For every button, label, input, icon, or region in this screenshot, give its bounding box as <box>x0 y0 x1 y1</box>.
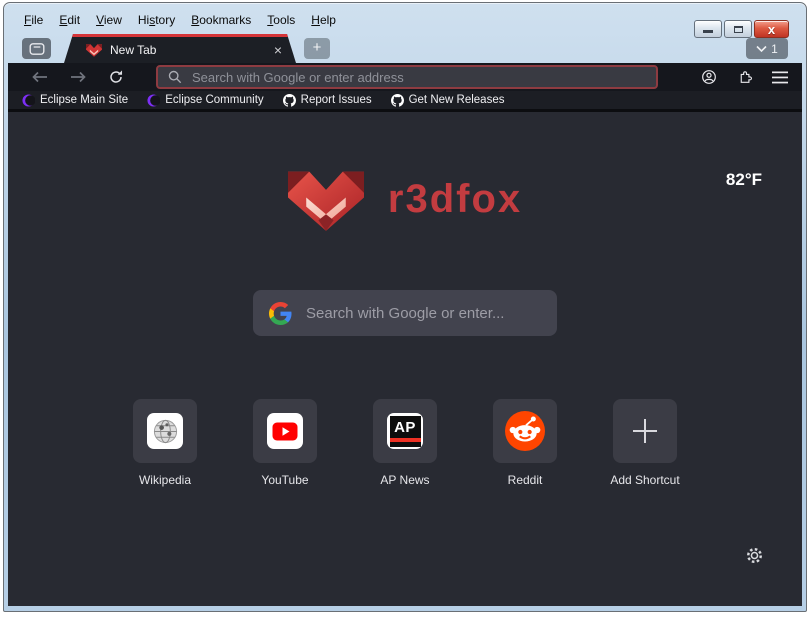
url-bar[interactable] <box>156 65 658 89</box>
account-button[interactable] <box>699 67 719 87</box>
menu-bookmarks[interactable]: Bookmarks <box>183 10 259 30</box>
puzzle-piece-icon <box>736 68 754 86</box>
logo-row: r3dfox <box>8 167 802 231</box>
bookmark-get-new-releases[interactable]: Get New Releases <box>391 94 505 107</box>
tab-new-tab[interactable]: New Tab × <box>64 34 296 63</box>
bookmark-label: Eclipse Main Site <box>40 94 128 106</box>
shortcut-label: YouTube <box>261 473 308 487</box>
new-tab-button[interactable]: + <box>304 38 330 59</box>
menu-tools[interactable]: Tools <box>259 10 303 30</box>
chevron-down-icon <box>756 45 767 53</box>
weather-widget: 82°F <box>726 170 762 190</box>
menu-edit[interactable]: Edit <box>51 10 88 30</box>
browser-window: FileEditViewHistoryBookmarksToolsHelp x … <box>3 2 807 612</box>
back-arrow-icon <box>32 71 48 83</box>
eclipse-icon <box>22 94 35 107</box>
shortcut-tile[interactable] <box>493 399 557 463</box>
forward-arrow-icon <box>70 71 86 83</box>
shortcut-reddit[interactable]: Reddit <box>465 399 585 487</box>
firefox-view-icon <box>29 42 45 56</box>
shortcut-ap-news[interactable]: AP AP News <box>345 399 465 487</box>
hamburger-icon <box>772 71 788 84</box>
r3dfox-favicon <box>86 43 102 57</box>
back-button[interactable] <box>30 67 50 87</box>
newtab-search-input[interactable] <box>306 305 541 322</box>
minimize-icon <box>703 30 713 33</box>
add-shortcut-tile[interactable] <box>613 399 677 463</box>
shortcut-label: Reddit <box>508 473 543 487</box>
shortcut-label: AP News <box>380 473 429 487</box>
firefox-view-button[interactable] <box>22 38 51 59</box>
forward-button[interactable] <box>68 67 88 87</box>
menu-button[interactable] <box>770 67 790 87</box>
github-icon <box>283 94 296 107</box>
shortcut-add[interactable]: Add Shortcut <box>585 399 705 487</box>
logo-wordmark: r3dfox <box>388 177 522 222</box>
google-icon <box>269 302 292 325</box>
tab-close-icon[interactable]: × <box>270 43 286 57</box>
bookmarks-toolbar: Eclipse Main Site Eclipse Community Repo… <box>8 91 802 112</box>
shortcut-tile[interactable]: AP <box>373 399 437 463</box>
bookmark-label: Report Issues <box>301 94 372 106</box>
wikipedia-globe-icon <box>152 418 179 445</box>
bookmark-label: Get New Releases <box>409 94 505 106</box>
bookmark-eclipse-main-site[interactable]: Eclipse Main Site <box>22 94 128 107</box>
tab-active-stripe <box>64 34 296 37</box>
newtab-search-box[interactable] <box>253 290 557 336</box>
url-input[interactable] <box>192 70 646 85</box>
reload-icon <box>108 69 124 85</box>
shortcut-label: Add Shortcut <box>610 473 679 487</box>
eclipse-icon <box>147 94 160 107</box>
plus-icon <box>630 416 660 446</box>
ap-logo-icon: AP <box>390 416 421 447</box>
r3dfox-logo-icon <box>288 167 364 231</box>
bookmark-eclipse-community[interactable]: Eclipse Community <box>147 94 263 107</box>
youtube-play-icon <box>272 422 298 441</box>
title-bar: FileEditViewHistoryBookmarksToolsHelp x <box>4 3 806 34</box>
bookmark-report-issues[interactable]: Report Issues <box>283 94 372 107</box>
reload-button[interactable] <box>106 67 126 87</box>
shortcut-tile[interactable] <box>253 399 317 463</box>
tab-strip: New Tab × + 1 <box>8 34 802 63</box>
account-icon <box>700 68 718 86</box>
shortcut-label: Wikipedia <box>139 473 191 487</box>
maximize-icon <box>734 26 743 33</box>
menu-history[interactable]: History <box>130 10 183 30</box>
gear-icon <box>745 546 764 565</box>
menu-help[interactable]: Help <box>303 10 344 30</box>
personalize-button[interactable] <box>744 545 764 565</box>
menu-file[interactable]: File <box>16 10 51 30</box>
shortcut-youtube[interactable]: YouTube <box>225 399 345 487</box>
github-icon <box>391 94 404 107</box>
new-tab-page: r3dfox 82°F <box>8 112 802 603</box>
bookmark-label: Eclipse Community <box>165 94 263 106</box>
navigation-toolbar <box>8 63 802 91</box>
menu-bar: FileEditViewHistoryBookmarksToolsHelp <box>16 10 344 30</box>
list-all-tabs-button[interactable]: 1 <box>746 38 788 59</box>
extensions-button[interactable] <box>735 67 755 87</box>
shortcut-wikipedia[interactable]: Wikipedia <box>105 399 225 487</box>
browser-chrome: Eclipse Main Site Eclipse Community Repo… <box>8 63 802 606</box>
shortcuts-row: Wikipedia YouTube <box>105 399 705 487</box>
search-icon <box>168 70 182 84</box>
menu-view[interactable]: View <box>88 10 130 30</box>
tab-title: New Tab <box>110 43 262 57</box>
shortcut-tile[interactable] <box>133 399 197 463</box>
reddit-alien-icon <box>505 411 545 451</box>
tab-count: 1 <box>771 42 778 56</box>
